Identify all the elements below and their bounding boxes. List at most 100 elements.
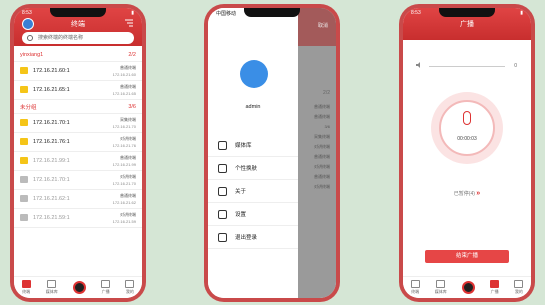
volume-icon bbox=[416, 62, 420, 68]
status-time: 8:53 bbox=[411, 10, 421, 16]
cancel-label: 取消 bbox=[317, 23, 328, 29]
tab-icon bbox=[514, 280, 524, 288]
terminal-icon bbox=[20, 214, 28, 221]
menu-label: 退出登录 bbox=[235, 235, 258, 241]
terminal-name: 172.16.21.65:1 bbox=[33, 87, 70, 93]
terminal-name: 172.16.21.99:1 bbox=[33, 158, 70, 164]
menu-item[interactable]: 关于 bbox=[208, 180, 298, 203]
end-broadcast-button[interactable]: 结束广播 bbox=[425, 250, 509, 263]
terminal-row[interactable]: 172.16.21.76:1 对讲终端 172.16.21.76 bbox=[14, 133, 142, 152]
terminal-name: 172.16.21.76:1 bbox=[33, 139, 70, 145]
menu-label: 关于 bbox=[235, 189, 247, 195]
terminal-icon bbox=[20, 176, 28, 183]
status-carrier: 中国移动 bbox=[216, 11, 237, 17]
microphone-icon bbox=[463, 111, 471, 125]
terminal-icon bbox=[20, 67, 28, 74]
tab-icon bbox=[461, 280, 475, 294]
group-header[interactable]: yinxiang1 2/2 bbox=[14, 48, 142, 62]
username: admin bbox=[245, 104, 261, 110]
tab-icon bbox=[125, 280, 135, 288]
tab-icon bbox=[47, 280, 57, 288]
group-count: 2/2 bbox=[128, 51, 136, 58]
status-time: 8:53 bbox=[22, 10, 32, 16]
terminal-icon bbox=[20, 157, 28, 164]
shade-header: 取消 bbox=[298, 8, 336, 46]
terminal-icon bbox=[20, 119, 28, 126]
terminal-row[interactable]: 172.16.21.62:1 普通终端 172.16.21.62 bbox=[14, 190, 142, 209]
user-avatar[interactable] bbox=[240, 60, 268, 88]
filter-icon[interactable] bbox=[124, 18, 134, 28]
tab-item[interactable]: 媒体库 bbox=[435, 280, 447, 295]
terminal-row[interactable]: 172.16.21.70:1 对讲终端 172.16.21.70 bbox=[14, 171, 142, 190]
search-icon bbox=[27, 35, 33, 41]
shade-labels: 普通终端 普通终端 3/6 采集终端 对讲终端 普通终端 对讲终端 普通终端 对讲终端 bbox=[314, 104, 330, 194]
tab-label: 我的 bbox=[125, 289, 134, 294]
group-header[interactable]: 未分组 3/6 bbox=[14, 100, 142, 114]
terminal-icon bbox=[20, 86, 28, 93]
notch bbox=[244, 8, 300, 17]
tab-icon bbox=[21, 280, 31, 288]
page-title: 终端 bbox=[71, 21, 85, 28]
terminal-ip: 172.16.21.62 bbox=[112, 200, 136, 205]
notch bbox=[50, 8, 106, 17]
menu-item[interactable]: 个性换肤 bbox=[208, 157, 298, 180]
terminal-type: 对讲终端 bbox=[120, 174, 136, 179]
terminal-type: 对讲终端 bbox=[120, 136, 136, 141]
shade-label: 3/6 bbox=[324, 124, 330, 129]
tab-item[interactable]: 终端 bbox=[21, 280, 31, 295]
terminal-name: 172.16.21.60:1 bbox=[33, 68, 70, 74]
terminal-row[interactable]: 172.16.21.60:1 普通终端 172.16.21.60 bbox=[14, 62, 142, 81]
tab-item[interactable]: 媒体库 bbox=[46, 280, 58, 295]
terminal-row[interactable]: 172.16.21.99:1 普通终端 172.16.21.99 bbox=[14, 152, 142, 171]
terminal-ip: 172.16.21.70 bbox=[112, 181, 136, 186]
record-button[interactable] bbox=[439, 100, 495, 156]
tab-label: 广播 bbox=[101, 289, 110, 294]
menu-item[interactable]: 媒体库 bbox=[208, 134, 298, 157]
side-drawer: 中国移动 admin 媒体库个性换肤关于设置退出登录 bbox=[208, 8, 298, 298]
tab-item[interactable]: 广播 bbox=[101, 280, 111, 295]
terminal-icon bbox=[20, 138, 28, 145]
tab-icon bbox=[410, 280, 420, 288]
terminal-ip: 172.16.21.60 bbox=[112, 72, 136, 77]
tab-icon bbox=[436, 280, 446, 288]
tab-label: 媒体库 bbox=[434, 289, 447, 294]
info-icon bbox=[218, 186, 227, 196]
search-input[interactable]: 搜索终端的终端名称 bbox=[22, 32, 134, 44]
tab-label: 终端 bbox=[411, 289, 420, 294]
battery-icon: ▮ bbox=[520, 10, 523, 16]
menu-item[interactable]: 退出登录 bbox=[208, 226, 298, 249]
tab-item[interactable]: 终端 bbox=[410, 280, 420, 295]
timer: 00:00:03 bbox=[457, 136, 477, 142]
tab-item[interactable] bbox=[72, 280, 86, 295]
tab-icon bbox=[101, 280, 111, 288]
terminal-type: 普通终端 bbox=[120, 193, 136, 198]
shade-label: 对讲终端 bbox=[314, 144, 330, 149]
terminal-name: 172.16.21.70:1 bbox=[33, 177, 70, 183]
shade-label: 普通终端 bbox=[314, 104, 330, 109]
phone-terminal-list: 8:53 ▮ 终端 搜索终端的终端名称 yinxiang1 2/2 172.16.21… bbox=[10, 4, 146, 302]
tab-item[interactable]: 我的 bbox=[514, 280, 524, 295]
tab-icon bbox=[72, 280, 86, 294]
terminal-row[interactable]: 172.16.21.65:1 普通终端 172.16.21.65 bbox=[14, 81, 142, 100]
shade-label: 对讲终端 bbox=[314, 164, 330, 169]
shirt-icon bbox=[218, 163, 227, 173]
notch bbox=[439, 8, 495, 17]
tab-bar: 终端 媒体库 广播 我的 bbox=[403, 276, 531, 298]
tab-item[interactable]: 我的 bbox=[125, 280, 135, 295]
shade-count: 2/2 bbox=[323, 90, 330, 96]
tab-icon bbox=[490, 280, 500, 288]
menu-label: 媒体库 bbox=[235, 143, 252, 149]
terminal-ip: 172.16.21.99 bbox=[112, 162, 136, 167]
drawer-menu: 媒体库个性换肤关于设置退出登录 bbox=[208, 134, 298, 249]
tab-item[interactable]: 广播 bbox=[490, 280, 500, 295]
terminal-row[interactable]: 172.16.21.70:1 采集终端 172.16.21.70 bbox=[14, 114, 142, 133]
menu-item[interactable]: 设置 bbox=[208, 203, 298, 226]
terminal-type: 对讲终端 bbox=[120, 212, 136, 217]
terminal-name: 172.16.21.62:1 bbox=[33, 196, 70, 202]
terminal-row[interactable]: 172.16.21.59:1 对讲终端 172.16.21.59 bbox=[14, 209, 142, 228]
terminal-ip: 172.16.21.59 bbox=[112, 219, 136, 224]
chevron-right-icon[interactable]: » bbox=[476, 190, 480, 197]
background-overlay[interactable]: 取消 2/2 普通终端 普通终端 3/6 采集终端 对讲终端 普通终端 对讲终端 普通终端 对讲… bbox=[298, 8, 336, 298]
volume-slider[interactable] bbox=[429, 66, 505, 67]
tab-item[interactable] bbox=[461, 280, 475, 295]
